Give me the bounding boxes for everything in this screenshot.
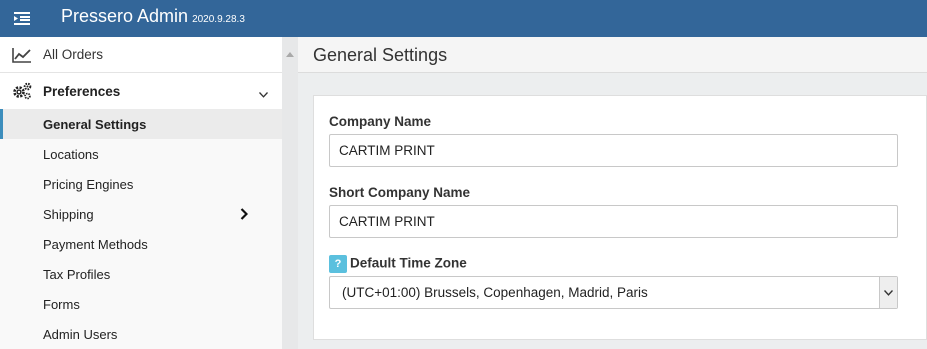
page-title: General Settings bbox=[313, 45, 448, 65]
app-title[interactable]: Pressero Admin 2020.9.28.3 bbox=[61, 6, 245, 27]
sidebar-item-label: Pricing Engines bbox=[43, 176, 134, 192]
sidebar-item-pricing-engines[interactable]: Pricing Engines bbox=[0, 169, 282, 199]
sidebar-item-all-orders[interactable]: All Orders bbox=[0, 37, 282, 73]
sidebar: All Orders Preferences General Settings … bbox=[0, 37, 282, 349]
sidebar-item-forms[interactable]: Forms bbox=[0, 289, 282, 319]
sidebar-section-label: Preferences bbox=[43, 83, 121, 99]
scroll-up-arrow-icon[interactable] bbox=[286, 44, 294, 62]
sidebar-item-general-settings[interactable]: General Settings bbox=[0, 109, 282, 139]
time-zone-label-group: ? Default Time Zone bbox=[329, 255, 467, 273]
chevron-down-icon[interactable] bbox=[879, 277, 897, 308]
menu-toggle-icon[interactable] bbox=[0, 0, 43, 37]
sidebar-section-preferences[interactable]: Preferences bbox=[0, 73, 282, 109]
time-zone-label: Default Time Zone bbox=[350, 255, 467, 271]
short-company-name-field[interactable] bbox=[329, 205, 898, 238]
top-bar: Pressero Admin 2020.9.28.3 bbox=[0, 0, 927, 37]
sidebar-item-shipping[interactable]: Shipping bbox=[0, 199, 282, 229]
company-name-field[interactable] bbox=[329, 134, 898, 167]
settings-panel: Company Name Short Company Name ?Default… bbox=[313, 95, 927, 340]
page-header: General Settings bbox=[298, 37, 927, 73]
short-company-name-label: Short Company Name bbox=[329, 185, 471, 200]
sidebar-item-label: Forms bbox=[43, 296, 80, 312]
time-zone-value: (UTC+01:00) Brussels, Copenhagen, Madrid… bbox=[342, 285, 648, 300]
sidebar-item-label: Shipping bbox=[43, 206, 94, 222]
sidebar-item-label: Tax Profiles bbox=[43, 266, 111, 282]
sidebar-scrollbar[interactable] bbox=[282, 37, 298, 349]
sidebar-item-tax-profiles[interactable]: Tax Profiles bbox=[0, 259, 282, 289]
sidebar-item-admin-users[interactable]: Admin Users bbox=[0, 319, 282, 349]
time-zone-select[interactable]: (UTC+01:00) Brussels, Copenhagen, Madrid… bbox=[329, 276, 898, 309]
sidebar-item-label: General Settings bbox=[43, 116, 147, 132]
gears-icon bbox=[0, 82, 43, 100]
app-version: 2020.9.28.3 bbox=[192, 14, 245, 25]
chevron-right-icon bbox=[240, 208, 249, 223]
line-chart-icon bbox=[0, 47, 43, 63]
chevron-down-icon bbox=[259, 85, 268, 103]
app-name: Pressero Admin bbox=[61, 6, 189, 26]
sidebar-item-label: Admin Users bbox=[43, 326, 118, 342]
sidebar-item-label: Payment Methods bbox=[43, 236, 148, 252]
help-icon[interactable]: ? bbox=[329, 255, 347, 273]
sidebar-item-payment-methods[interactable]: Payment Methods bbox=[0, 229, 282, 259]
sidebar-item-label: Locations bbox=[43, 146, 99, 162]
company-name-label: Company Name bbox=[329, 114, 432, 129]
sidebar-item-locations[interactable]: Locations bbox=[0, 139, 282, 169]
sidebar-item-label: All Orders bbox=[43, 47, 104, 62]
